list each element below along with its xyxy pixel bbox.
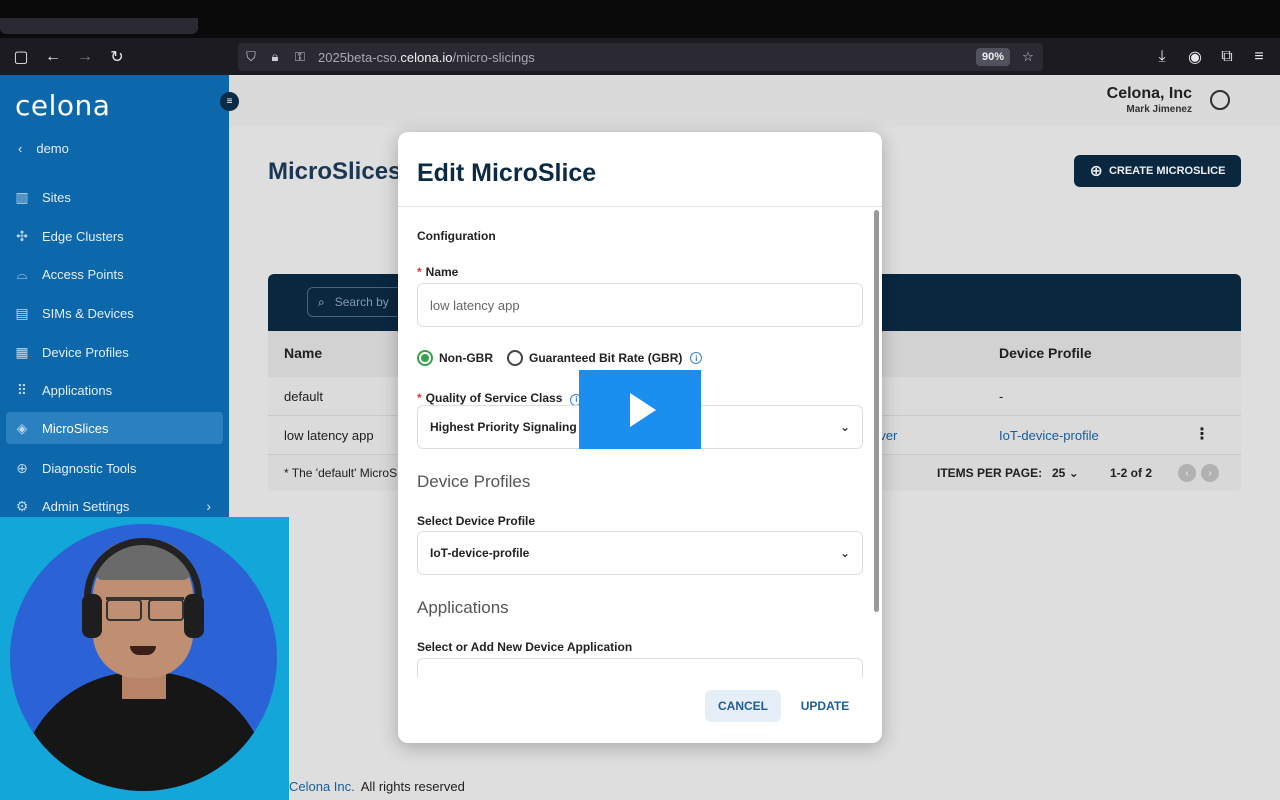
sidebar-collapse-button[interactable]: ≡ <box>220 92 239 111</box>
zoom-level[interactable]: 90% <box>976 48 1010 66</box>
radio-non-gbr-label[interactable]: Non-GBR <box>439 351 493 365</box>
shield-icon[interactable]: ⛉ <box>242 48 260 66</box>
celona-logo[interactable]: celona <box>15 89 110 122</box>
device-application-label: Select or Add New Device Application <box>417 640 633 654</box>
dialog-scrollbar[interactable] <box>874 210 879 612</box>
browser-tab[interactable] <box>0 18 198 34</box>
menu-icon[interactable]: ≡ <box>1247 45 1271 69</box>
configuration-label: Configuration <box>417 229 496 243</box>
device-profile-select[interactable]: IoT-device-profile ⌄ <box>417 531 863 575</box>
sidebar-item-edge-clusters[interactable]: ✣ Edge Clusters <box>6 220 223 252</box>
forward-arrow-icon[interactable]: → <box>73 45 97 69</box>
sidebar-item-microslices[interactable]: ◈ MicroSlices <box>6 412 223 444</box>
sidebar-item-applications[interactable]: ⠿ Applications <box>6 374 223 406</box>
update-button[interactable]: UPDATE <box>794 690 856 722</box>
sites-icon: ▥ <box>15 188 29 205</box>
name-input[interactable]: low latency app <box>417 283 863 327</box>
gbr-radio-group: Non-GBR Guaranteed Bit Rate (GBR) i <box>417 350 703 366</box>
chevron-down-icon: ⌄ <box>839 546 850 560</box>
sidebar-item-label: Device Profiles <box>42 344 129 360</box>
sidebar-item-label: Admin Settings <box>42 498 130 514</box>
reload-icon[interactable]: ↻ <box>105 45 129 69</box>
address-bar[interactable]: ⛉ 🔒︎ ⚿ 2025beta-cso.celona.io/micro-slic… <box>238 43 1043 71</box>
chevron-right-icon: › <box>206 498 211 514</box>
qos-value: Highest Priority Signaling - <box>430 420 585 434</box>
access-points-icon: ⌓ <box>16 265 28 282</box>
video-play-button[interactable] <box>579 370 701 449</box>
headphone-left <box>82 594 102 638</box>
applications-heading: Applications <box>417 598 509 617</box>
device-profiles-icon: ▦ <box>15 343 29 360</box>
sidebar-item-sims-devices[interactable]: ▤ SIMs & Devices <box>6 297 223 329</box>
sidebar-item-label: Sites <box>42 189 71 205</box>
device-profile-value: IoT-device-profile <box>430 546 530 560</box>
sidebar-item-label: Applications <box>42 382 113 398</box>
play-icon <box>630 392 656 427</box>
sidebar-item-access-points[interactable]: ⌓ Access Points <box>6 258 223 290</box>
layers-icon: ◈ <box>16 419 28 436</box>
sim-icon: ▤ <box>15 304 29 321</box>
sidebar-item-label: Diagnostic Tools <box>42 460 137 476</box>
extensions-icon[interactable]: ⧉ <box>1215 45 1239 69</box>
back-arrow-icon[interactable]: ← <box>41 45 65 69</box>
edge-clusters-icon: ✣ <box>16 227 28 244</box>
download-icon[interactable]: ⤓ <box>1150 45 1174 69</box>
radio-non-gbr[interactable] <box>417 350 433 366</box>
webcam-overlay <box>0 517 289 800</box>
sidebar-item-sites[interactable]: ▥ Sites <box>6 181 223 213</box>
browser-tabstrip <box>0 0 1280 38</box>
sidebar-item-label: MicroSlices <box>42 420 109 436</box>
name-label: * Name <box>417 265 459 279</box>
radio-gbr[interactable] <box>507 350 523 366</box>
bookmark-star-icon[interactable]: ☆ <box>1019 48 1037 66</box>
chevron-left-icon: ‹ <box>18 141 23 156</box>
lock-icon[interactable]: 🔒︎ <box>266 48 284 66</box>
applications-icon: ⠿ <box>16 381 28 398</box>
back-to-demo[interactable]: ‹ demo <box>18 141 83 156</box>
radio-gbr-label[interactable]: Guaranteed Bit Rate (GBR) <box>529 351 682 365</box>
cancel-button[interactable]: CANCEL <box>705 690 781 722</box>
info-icon[interactable]: i <box>690 352 703 364</box>
sidebar-item-label: Access Points <box>42 266 124 282</box>
back-label: demo <box>36 141 69 156</box>
select-device-profile-label: Select Device Profile <box>417 514 536 528</box>
qos-label: * Quality of Service Class i <box>417 391 583 406</box>
diagnostic-icon: ⊕ <box>16 459 28 476</box>
headphone-right <box>184 594 204 638</box>
glasses <box>106 597 184 621</box>
sidebar-item-diagnostic-tools[interactable]: ⊕ Diagnostic Tools <box>6 452 223 484</box>
sidebar-toggle-icon[interactable]: ▢ <box>9 45 33 69</box>
sidebar-item-label: Edge Clusters <box>42 228 124 244</box>
key-icon[interactable]: ⚿ <box>291 48 309 66</box>
account-icon[interactable]: ◉ <box>1183 45 1207 69</box>
gear-icon: ⚙ <box>15 497 29 514</box>
sidebar-item-device-profiles[interactable]: ▦ Device Profiles <box>6 336 223 368</box>
dialog-title: Edit MicroSlice <box>417 159 597 187</box>
presenter-video <box>10 524 277 791</box>
device-application-select[interactable]: need low latency server <box>417 658 863 677</box>
sidebar-item-label: SIMs & Devices <box>42 305 134 321</box>
device-profiles-heading: Device Profiles <box>417 472 531 491</box>
url-text[interactable]: 2025beta-cso.celona.io/micro-slicings <box>318 50 535 65</box>
chevron-down-icon: ⌄ <box>839 420 850 434</box>
